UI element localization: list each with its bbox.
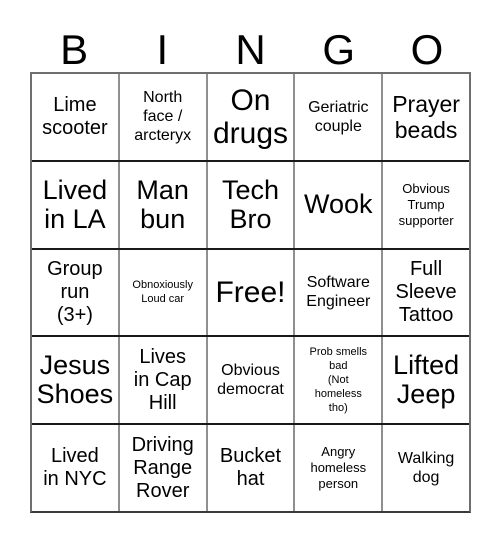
bingo-row: Lime scooter North face / arcteryx On drug… bbox=[32, 74, 469, 162]
bingo-cell-r5-c2[interactable]: Driving Range Rover bbox=[119, 425, 208, 511]
bingo-cell-r3-c1[interactable]: Group run (3+) bbox=[32, 249, 120, 336]
bingo-cell-r2-c4[interactable]: Wook bbox=[295, 161, 384, 248]
bingo-cell-r4-c2[interactable]: Lives in Cap Hill bbox=[119, 337, 208, 424]
bingo-cell-label: Prayer beads bbox=[392, 90, 460, 143]
bingo-cell-r2-c1[interactable]: Lived in LA bbox=[32, 161, 120, 248]
bingo-cell-r2-c3[interactable]: Tech Bro bbox=[207, 161, 296, 248]
bingo-free-space[interactable]: Free! bbox=[207, 249, 296, 336]
bingo-cell-label: Bucket hat bbox=[219, 445, 282, 491]
bingo-cell-r4-c4[interactable]: Prob smells bad (Not homeless tho) bbox=[295, 337, 384, 424]
bingo-row: Lived in LA Man bun Tech Bro Wook Obvious Tr… bbox=[32, 161, 469, 250]
header-letter-i: I bbox=[156, 26, 169, 73]
header-letter-o: O bbox=[410, 26, 444, 73]
bingo-cell-label: Jesus Shoes bbox=[36, 350, 114, 410]
bingo-cell-r1-c4[interactable]: Geriatric couple bbox=[295, 74, 384, 160]
bingo-cell-label: Geriatric couple bbox=[308, 98, 369, 135]
bingo-cell-r3-c4[interactable]: Software Engineer bbox=[295, 249, 384, 336]
bingo-cell-r3-c2[interactable]: Obnoxiously Loud car bbox=[119, 249, 208, 336]
bingo-cell-r5-c1[interactable]: Lived in NYC bbox=[32, 425, 120, 511]
bingo-card: B I N G O Lime scooter North face / arcte… bbox=[0, 0, 500, 544]
bingo-cell-label: Lime scooter bbox=[42, 93, 108, 139]
bingo-cell-label: Lived in NYC bbox=[43, 445, 107, 491]
bingo-cell-label: Group run (3+) bbox=[47, 257, 103, 326]
bingo-cell-label: Software Engineer bbox=[306, 274, 371, 311]
bingo-cell-r1-c3[interactable]: On drugs bbox=[207, 74, 296, 160]
bingo-cell-r1-c5[interactable]: Prayer beads bbox=[383, 74, 469, 160]
bingo-row: Group run (3+) Obnoxiously Loud car Free! S… bbox=[32, 249, 469, 338]
bingo-cell-label: Full Sleeve Tattoo bbox=[395, 257, 457, 326]
bingo-cell-label: Walking dog bbox=[397, 450, 455, 487]
bingo-grid: Lime scooter North face / arcteryx On drug… bbox=[30, 72, 471, 513]
bingo-cell-r4-c1[interactable]: Jesus Shoes bbox=[32, 337, 120, 424]
bingo-row: Lived in NYC Driving Range Rover Bucket ha… bbox=[32, 425, 469, 511]
bingo-cell-label: Obvious Trump supporter bbox=[398, 180, 454, 228]
bingo-cell-r1-c2[interactable]: North face / arcteryx bbox=[119, 74, 208, 160]
bingo-cell-r2-c2[interactable]: Man bun bbox=[119, 161, 208, 248]
bingo-cell-label: North face / arcteryx bbox=[134, 89, 192, 145]
bingo-cell-r4-c3[interactable]: Obvious democrat bbox=[207, 337, 296, 424]
bingo-row: Jesus Shoes Lives in Cap Hill Obvious demo… bbox=[32, 337, 469, 426]
bingo-cell-r1-c1[interactable]: Lime scooter bbox=[32, 74, 120, 160]
bingo-cell-label: Angry homeless person bbox=[310, 444, 367, 492]
bingo-cell-label: Free! bbox=[215, 275, 286, 309]
header-letter-n: N bbox=[235, 26, 266, 73]
bingo-header-row: B I N G O bbox=[30, 18, 471, 72]
bingo-cell-label: Lives in Cap Hill bbox=[133, 345, 192, 414]
bingo-cell-r5-c3[interactable]: Bucket hat bbox=[207, 425, 296, 511]
bingo-cell-label: Wook bbox=[304, 189, 373, 220]
bingo-cell-label: Lifted Jeep bbox=[393, 350, 460, 410]
bingo-cell-label: Prob smells bad (Not homeless tho) bbox=[309, 346, 368, 415]
bingo-cell-label: Lived in LA bbox=[42, 174, 108, 234]
header-letter-b: B bbox=[60, 26, 89, 73]
bingo-cell-r2-c5[interactable]: Obvious Trump supporter bbox=[383, 161, 469, 248]
bingo-cell-label: On drugs bbox=[212, 83, 289, 150]
bingo-cell-label: Driving Range Rover bbox=[131, 433, 194, 502]
bingo-cell-r5-c5[interactable]: Walking dog bbox=[383, 425, 469, 511]
bingo-cell-label: Obvious democrat bbox=[217, 362, 284, 399]
bingo-cell-r4-c5[interactable]: Lifted Jeep bbox=[383, 337, 469, 424]
bingo-cell-r5-c4[interactable]: Angry homeless person bbox=[295, 425, 384, 511]
bingo-cell-r3-c5[interactable]: Full Sleeve Tattoo bbox=[383, 249, 469, 336]
bingo-cell-label: Man bun bbox=[136, 174, 189, 234]
bingo-cell-label: Obnoxiously Loud car bbox=[132, 279, 193, 306]
header-letter-g: G bbox=[322, 26, 356, 73]
bingo-cell-label: Tech Bro bbox=[221, 174, 280, 234]
